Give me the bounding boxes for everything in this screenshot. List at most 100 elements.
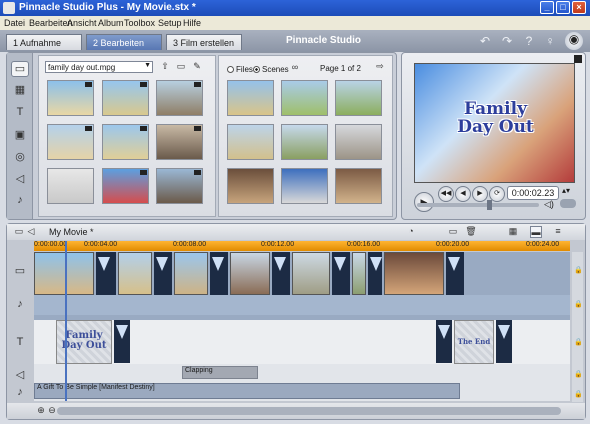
lock-icon[interactable]: 🔒 [574, 390, 583, 398]
title-transition[interactable] [496, 320, 512, 363]
title-transition[interactable] [436, 320, 452, 363]
close-button[interactable]: × [572, 1, 586, 14]
storyboard-view-icon[interactable]: ▦ [507, 226, 519, 238]
glasses-icon[interactable]: ∞ [289, 62, 301, 74]
transition-clip[interactable] [210, 252, 228, 295]
maximize-button[interactable]: □ [556, 1, 570, 14]
tag-icon[interactable]: ✎ [191, 61, 203, 73]
undo-icon[interactable]: ↶ [478, 34, 492, 48]
menu-toolbox[interactable]: Toolbox [124, 18, 155, 28]
scene-thumbnail[interactable] [227, 168, 274, 204]
music-track-icon[interactable]: ♪ [13, 386, 27, 400]
trash-icon[interactable]: 🗑 [465, 226, 477, 238]
storyboard-icon[interactable]: ▭ [13, 226, 25, 238]
image-icon[interactable]: ▣ [11, 128, 29, 144]
camera-icon[interactable]: ◉ [565, 32, 583, 50]
timeline-view-icon[interactable]: ▬ [530, 226, 542, 238]
volume-toggle[interactable] [560, 199, 576, 208]
timeline-scrollbar[interactable] [57, 407, 561, 415]
minimize-button[interactable]: _ [540, 1, 554, 14]
scrub-slider[interactable] [417, 200, 539, 210]
transition-clip[interactable] [368, 252, 382, 295]
step-back-button[interactable]: ◀ [455, 186, 471, 202]
scene-thumbnail[interactable] [335, 168, 382, 204]
video-clip[interactable] [292, 252, 330, 295]
transition-clip[interactable] [332, 252, 350, 295]
scene-thumbnail[interactable] [47, 168, 94, 204]
play-button[interactable]: ▶ [414, 192, 434, 212]
voiceover-icon[interactable]: ◔ [405, 226, 417, 238]
menu-help[interactable]: Hilfe [183, 18, 201, 28]
help-icon[interactable]: ? [522, 34, 536, 48]
video-clip[interactable] [174, 252, 208, 295]
folder-icon[interactable]: ▭ [175, 61, 187, 73]
scene-thumbnail[interactable] [47, 80, 94, 116]
sound-icon[interactable]: ◁ [11, 172, 29, 188]
transition-clip[interactable] [154, 252, 172, 295]
title-track-icon[interactable]: T [13, 336, 27, 350]
scene-thumbnail[interactable] [102, 124, 149, 160]
scene-thumbnail[interactable] [335, 124, 382, 160]
timecode-stepper-icon[interactable]: ▴▾ [562, 186, 570, 195]
next-page-icon[interactable]: ⇨ [374, 61, 386, 73]
scene-thumbnail[interactable] [156, 168, 203, 204]
scene-thumbnail[interactable] [281, 80, 328, 116]
tab-make-movie[interactable]: 3 Film erstellen [166, 34, 242, 50]
scene-thumbnail[interactable] [227, 124, 274, 160]
scene-thumbnail[interactable] [281, 168, 328, 204]
volume-icon[interactable]: ◁) [544, 199, 554, 210]
menu-edit[interactable]: Bearbeiten [29, 18, 73, 28]
video-clip[interactable] [352, 252, 366, 295]
video-track-icon[interactable]: ▭ [13, 264, 27, 278]
transition-clip[interactable] [96, 252, 116, 295]
title-transition[interactable] [114, 320, 130, 363]
scene-thumbnail[interactable] [227, 80, 274, 116]
video-clip[interactable] [230, 252, 270, 295]
menu-setup[interactable]: Setup [158, 18, 182, 28]
sound-effect-track-icon[interactable]: ◁ [13, 368, 27, 382]
video-clip[interactable] [118, 252, 152, 295]
speaker-icon[interactable]: ◁ [25, 226, 37, 238]
rewind-button[interactable]: ◀◀ [438, 186, 454, 202]
scene-thumbnail[interactable] [335, 80, 382, 116]
menu-view[interactable]: Ansicht [67, 18, 97, 28]
video-clip[interactable] [384, 252, 444, 295]
title-icon[interactable]: T [11, 106, 29, 122]
fullscreen-icon[interactable] [574, 55, 582, 63]
transition-icon[interactable]: ▦ [11, 83, 29, 99]
lock-icon[interactable]: 🔒 [574, 370, 583, 378]
time-ruler[interactable]: 0:00:00.00 0:00:04.00 0:00:08.00 0:00:12… [34, 241, 570, 251]
lock-icon[interactable]: 🔒 [574, 338, 583, 346]
scene-thumbnail[interactable] [47, 124, 94, 160]
lock-icon[interactable]: 🔒 [574, 300, 583, 308]
folder-dropdown[interactable]: family day out.mpg ▼ [45, 61, 153, 73]
transition-clip[interactable] [272, 252, 290, 295]
timecode-display[interactable]: 0:00:02.23 [507, 186, 559, 200]
music-clip[interactable]: A Gift To Be Simple [Manifest Destiny] [34, 383, 460, 399]
tip-icon[interactable]: ♀ [543, 34, 557, 48]
audio-link-icon[interactable]: ♪ [13, 298, 27, 312]
files-radio[interactable]: Files [227, 65, 253, 74]
playhead[interactable] [65, 241, 67, 401]
text-view-icon[interactable]: ≡ [552, 226, 564, 238]
scene-thumbnail[interactable] [281, 124, 328, 160]
scenes-radio[interactable]: Scenes [253, 65, 289, 74]
scene-thumbnail[interactable] [102, 80, 149, 116]
video-icon[interactable]: ▭ [11, 61, 29, 77]
split-icon[interactable]: ▭ [447, 226, 459, 238]
sound-effect-clip[interactable]: Clapping [182, 366, 258, 379]
step-forward-button[interactable]: ▶ [472, 186, 488, 202]
scene-thumbnail[interactable] [156, 80, 203, 116]
menu-album[interactable]: Album [98, 18, 124, 28]
music-icon[interactable]: ♪ [11, 194, 29, 210]
tab-capture[interactable]: 1 Aufnahme [6, 34, 82, 50]
video-clip[interactable] [34, 252, 94, 295]
transition-clip[interactable] [446, 252, 464, 295]
scene-thumbnail[interactable] [102, 168, 149, 204]
menu-file[interactable]: Datei [4, 18, 25, 28]
scrub-handle[interactable] [487, 200, 492, 210]
lock-icon[interactable]: 🔒 [574, 266, 583, 274]
folder-up-icon[interactable]: ⇧ [159, 61, 171, 73]
redo-icon[interactable]: ↷ [500, 34, 514, 48]
tab-edit[interactable]: 2 Bearbeiten [86, 34, 162, 50]
